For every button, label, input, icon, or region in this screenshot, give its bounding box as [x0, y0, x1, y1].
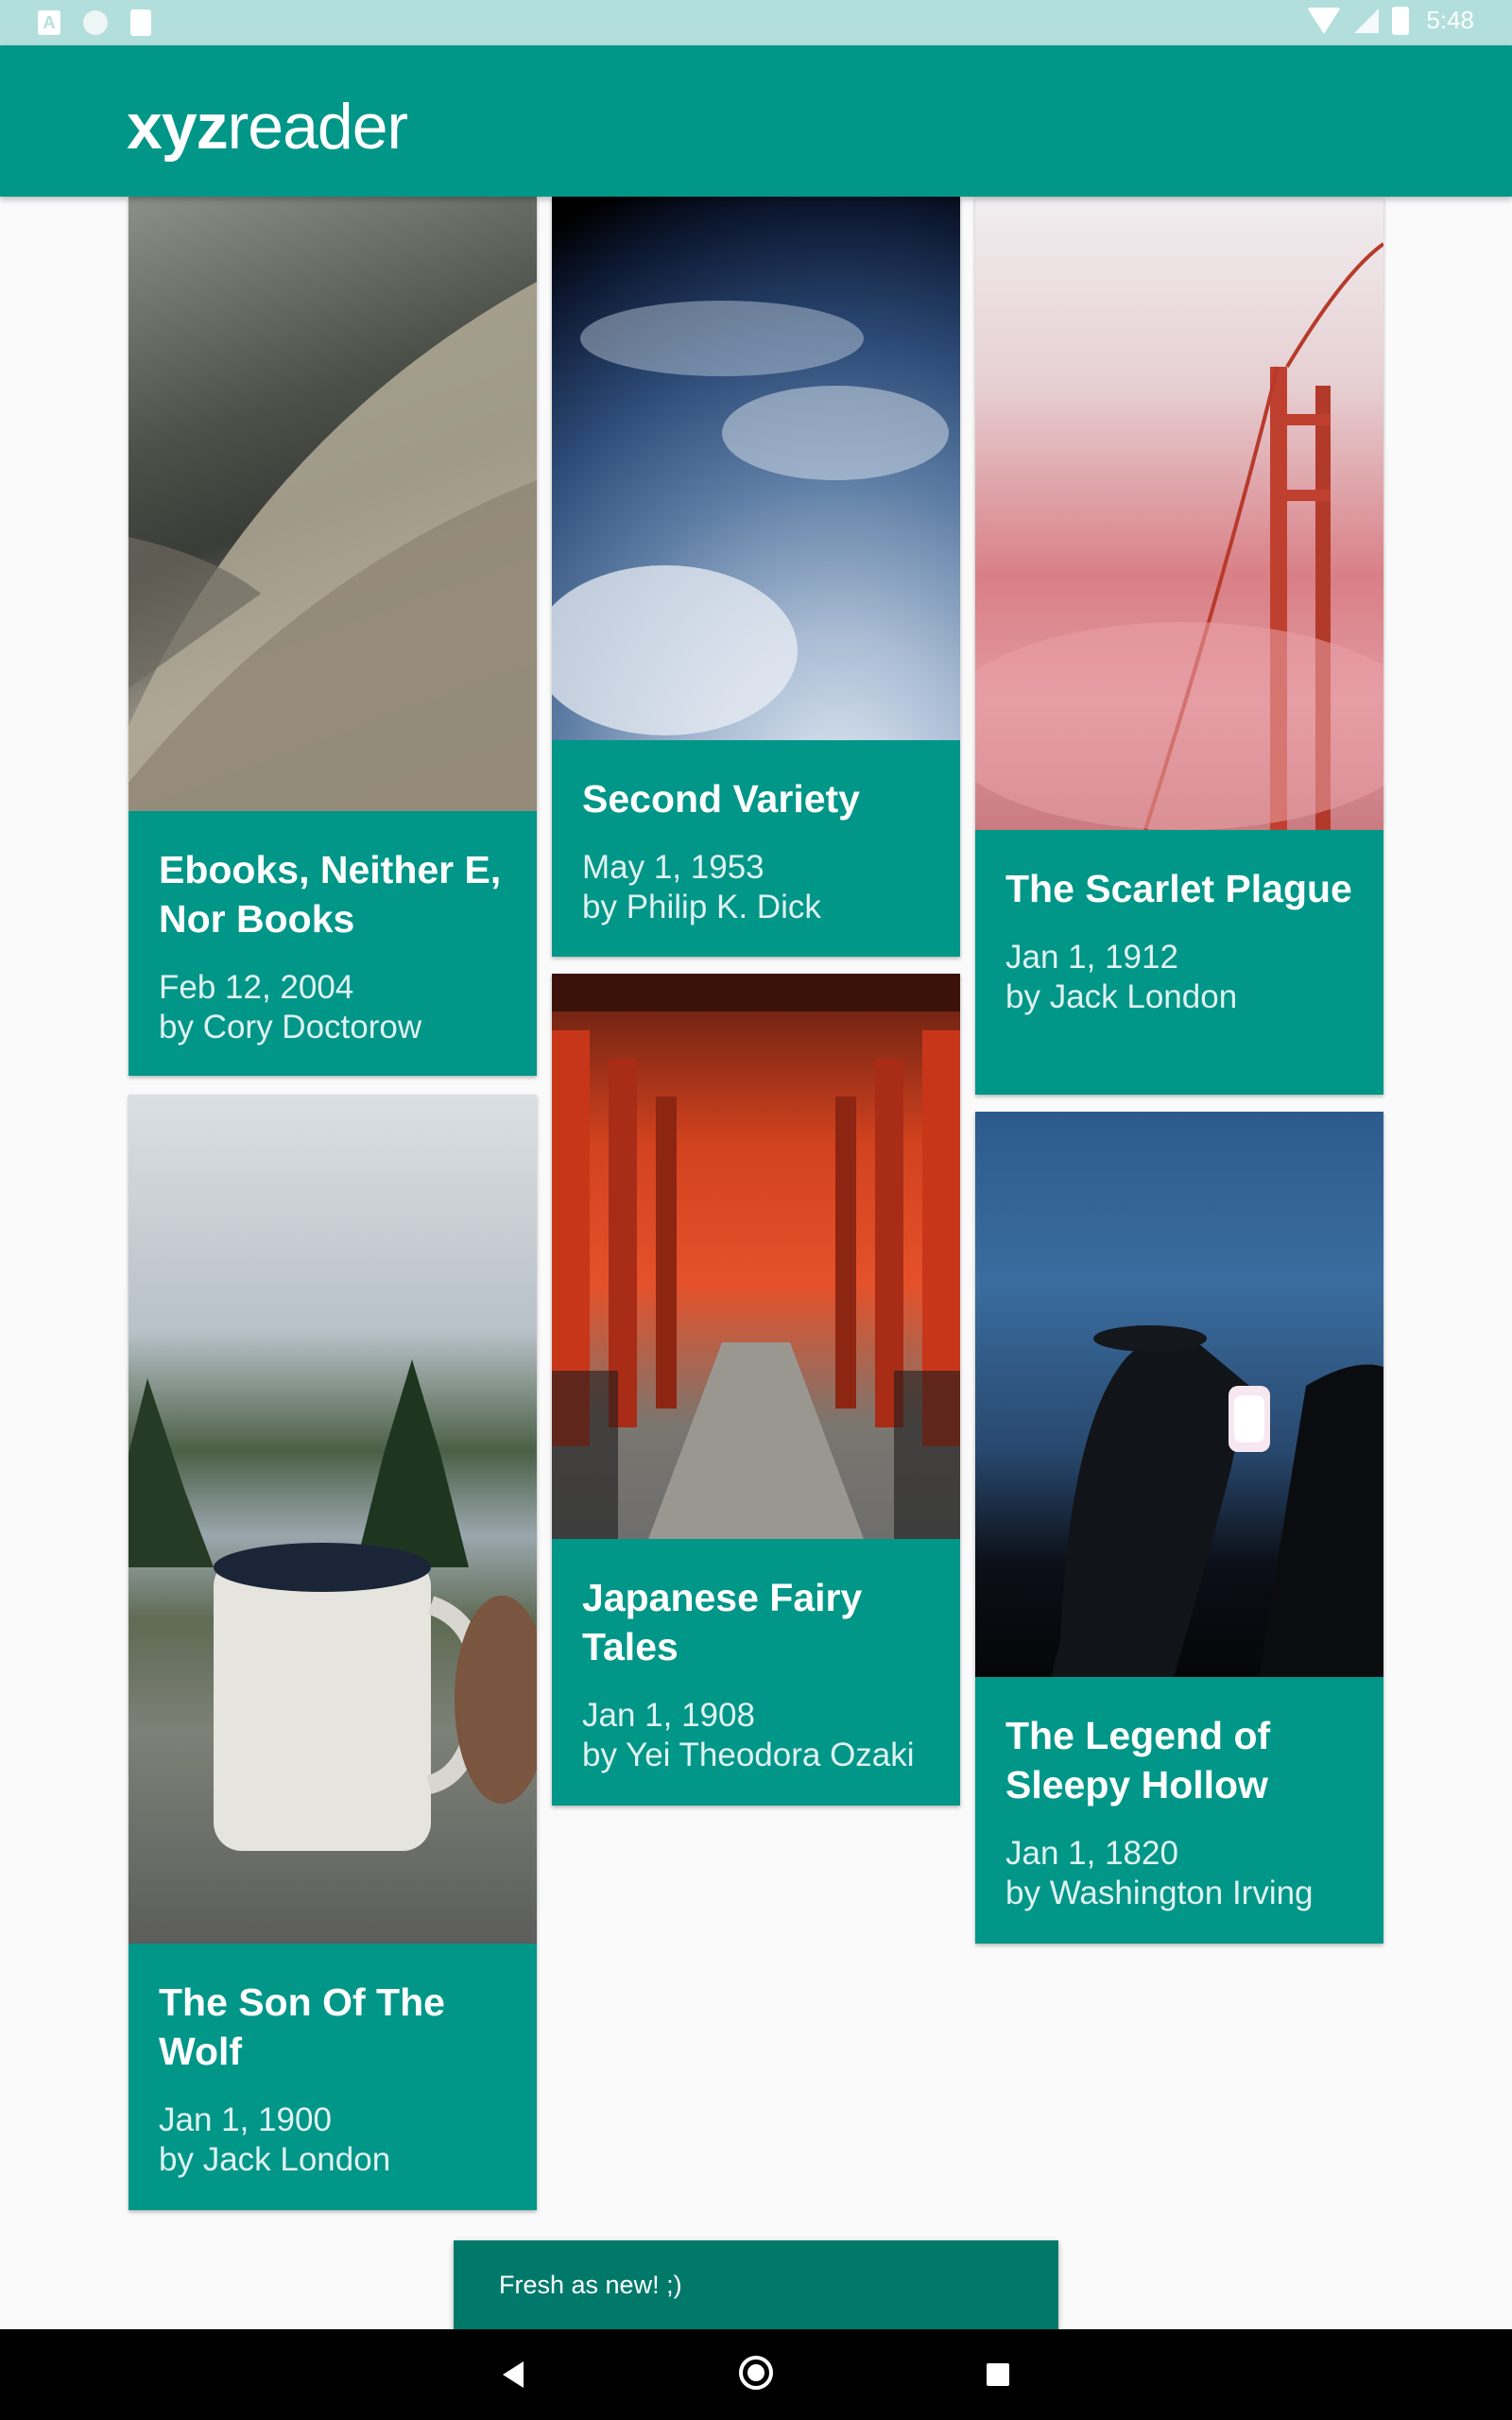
article-title: The Legend of Sleepy Hollow	[1005, 1714, 1271, 1806]
article-card-second-variety[interactable]: Second Variety May 1, 1953 by Philip K. …	[552, 197, 960, 957]
article-author: by Jack London	[159, 2141, 391, 2178]
article-thumbnail-earth	[552, 197, 960, 740]
bridge-tower-shape	[975, 242, 1383, 830]
earth-clouds-shape	[552, 301, 949, 735]
article-card-japanese-fairy-tales[interactable]: Japanese Fairy Tales Jan 1, 1908 by Yei …	[552, 974, 960, 1806]
article-card-son-of-the-wolf[interactable]: The Son Of The Wolf Jan 1, 1900 by Jack …	[129, 1095, 537, 2210]
article-title: Japanese Fairy Tales	[582, 1576, 863, 1668]
article-date: Jan 1, 1820	[1005, 1835, 1178, 1872]
status-time: 5:48	[1426, 6, 1474, 34]
article-title: The Son Of The Wolf	[159, 1980, 445, 2073]
signal-icon	[1354, 8, 1380, 33]
article-date: May 1, 1953	[582, 849, 765, 886]
status-bar: A 5:48	[0, 0, 1512, 45]
article-thumbnail-lantern	[975, 1112, 1383, 1677]
article-author: by Jack London	[1005, 978, 1238, 1015]
battery-icon	[1392, 6, 1410, 35]
lantern-silhouette-shape	[1051, 1325, 1383, 1677]
back-icon[interactable]	[503, 2361, 524, 2388]
article-author: by Washington Irving	[1005, 1875, 1314, 1911]
article-date: Jan 1, 1908	[582, 1697, 755, 1734]
article-thumbnail-mug	[129, 1095, 537, 1944]
article-card-ebooks[interactable]: Ebooks, Neither E, Nor Books Feb 12, 200…	[129, 197, 537, 1076]
system-navigation-bar	[0, 2329, 1512, 2420]
logo-bold-text: xyz	[127, 91, 229, 163]
home-icon[interactable]	[739, 2356, 773, 2390]
article-date: Jan 1, 1900	[159, 2101, 332, 2138]
article-thumbnail-torii-gates	[552, 974, 960, 1539]
torii-tunnel-shape	[552, 974, 960, 1539]
app-bar: xyzreader	[0, 45, 1512, 197]
opera-shell-shape	[129, 282, 537, 811]
app-a-icon: A	[38, 10, 60, 35]
sd-card-icon	[130, 9, 151, 36]
logo-regular-text: reader	[227, 91, 409, 163]
article-card-scarlet-plague[interactable]: The Scarlet Plague Jan 1, 1912 by Jack L…	[975, 197, 1383, 1095]
snackbar: Fresh as new! ;)	[454, 2240, 1058, 2329]
article-title: Second Variety	[582, 777, 860, 821]
article-author: by Cory Doctorow	[159, 1009, 422, 1046]
mug-scene-shape	[129, 1359, 537, 1851]
recent-apps-icon[interactable]	[987, 2363, 1009, 2386]
article-author: by Philip K. Dick	[582, 889, 821, 925]
article-author: by Yei Theodora Ozaki	[582, 1737, 915, 1773]
article-thumbnail-golden-gate-bridge	[975, 197, 1383, 830]
article-title: The Scarlet Plague	[1005, 867, 1352, 910]
article-date: Feb 12, 2004	[159, 969, 354, 1006]
article-date: Jan 1, 1912	[1005, 939, 1178, 976]
article-card-sleepy-hollow[interactable]: The Legend of Sleepy Hollow Jan 1, 1820 …	[975, 1112, 1383, 1944]
article-thumbnail-opera-house	[129, 197, 537, 811]
snackbar-message: Fresh as new! ;)	[499, 2271, 682, 2299]
circle-icon	[83, 10, 108, 35]
article-title: Ebooks, Neither E, Nor Books	[159, 848, 502, 941]
wifi-icon	[1307, 7, 1342, 34]
app-logo: xyzreader	[127, 95, 408, 159]
